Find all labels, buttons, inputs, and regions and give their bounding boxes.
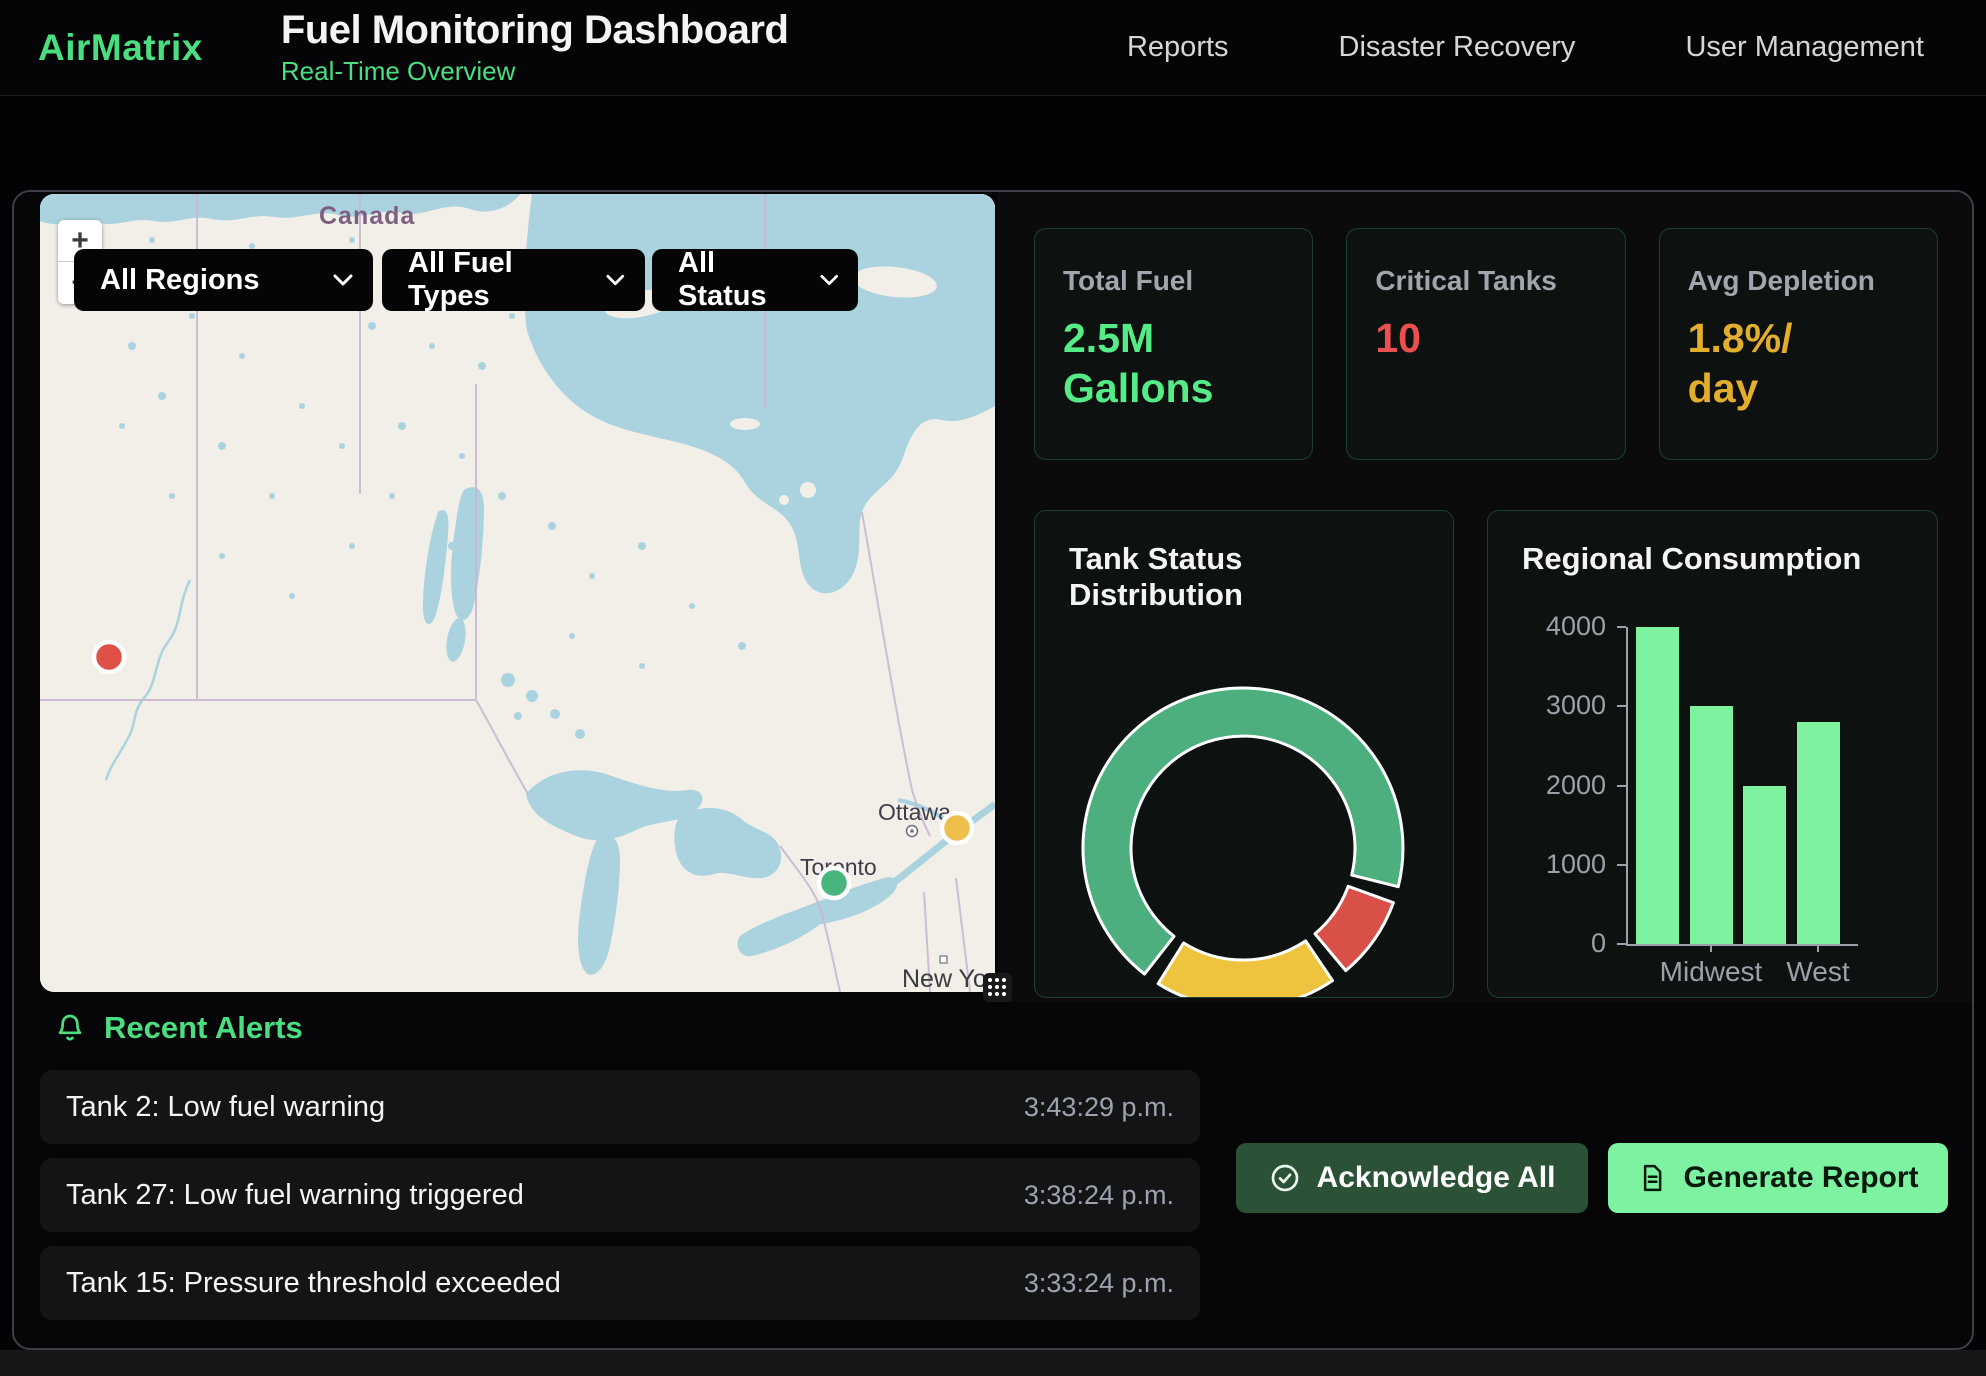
map: Canada Ottawa Toronto New York + − — [40, 194, 995, 992]
status-filter-select[interactable]: All Status — [652, 249, 858, 311]
y-axis-tick — [1617, 705, 1626, 707]
alert-text: Tank 2: Low fuel warning — [66, 1091, 385, 1124]
donut-segment-warning — [1158, 941, 1332, 998]
y-axis-tick — [1617, 943, 1626, 945]
nav-user-management[interactable]: User Management — [1685, 31, 1924, 64]
chart-title: Tank Status Distribution — [1035, 511, 1453, 613]
resize-grip-handle[interactable] — [983, 973, 1012, 1002]
stat-card-total-fuel: Total Fuel 2.5MGallons — [1034, 228, 1313, 460]
nav-disaster-recovery[interactable]: Disaster Recovery — [1339, 31, 1576, 64]
chart-title: Regional Consumption — [1488, 511, 1937, 577]
chevron-down-icon — [606, 274, 625, 286]
y-axis-tick-label: 3000 — [1487, 690, 1606, 721]
map-label-country: Canada — [319, 202, 415, 230]
y-axis-tick — [1617, 785, 1626, 787]
bar-region-2 — [1743, 786, 1786, 945]
alerts-header: Recent Alerts — [40, 1010, 1200, 1046]
recent-alerts-section: Recent Alerts Tank 2: Low fuel warning 3… — [40, 1010, 1200, 1334]
ottawa-town-dot-center — [910, 829, 914, 833]
acknowledge-all-button[interactable]: Acknowledge All — [1236, 1143, 1588, 1213]
main-nav: Reports Disaster Recovery User Managemen… — [1127, 31, 1986, 64]
alert-row: Tank 15: Pressure threshold exceeded 3:3… — [40, 1246, 1200, 1320]
x-axis-tick — [1710, 944, 1712, 952]
title-block: Fuel Monitoring Dashboard Real-Time Over… — [281, 8, 788, 87]
status-filter-value: All Status — [678, 247, 802, 313]
alert-row: Tank 2: Low fuel warning 3:43:29 p.m. — [40, 1070, 1200, 1144]
stat-value: 2.5MGallons — [1063, 313, 1284, 413]
x-axis-tick-label: West — [1786, 956, 1849, 988]
fuel-type-filter-value: All Fuel Types — [408, 247, 588, 313]
region-filter-value: All Regions — [100, 264, 260, 297]
stat-label: Critical Tanks — [1375, 265, 1596, 297]
acknowledge-all-label: Acknowledge All — [1317, 1161, 1556, 1195]
map-label-ottawa: Ottawa — [878, 799, 951, 825]
page-subtitle: Real-Time Overview — [281, 56, 788, 87]
alert-text: Tank 27: Low fuel warning triggered — [66, 1179, 524, 1212]
tank-marker-warning[interactable] — [942, 813, 972, 843]
page-title: Fuel Monitoring Dashboard — [281, 8, 788, 53]
app-header: AirMatrix Fuel Monitoring Dashboard Real… — [0, 0, 1986, 96]
y-axis-tick — [1617, 626, 1626, 628]
alert-timestamp: 3:38:24 p.m. — [1024, 1180, 1174, 1211]
tank-marker-normal[interactable] — [819, 868, 849, 898]
map-canvas[interactable]: Canada Ottawa Toronto New York — [40, 194, 995, 992]
document-icon — [1637, 1163, 1667, 1193]
bell-icon — [54, 1012, 86, 1044]
stat-value: 10 — [1375, 313, 1596, 363]
tank-marker-critical[interactable] — [94, 642, 124, 672]
regional-consumption-chart-card: Regional Consumption 01000200030004000Mi… — [1487, 510, 1938, 998]
map-label-new-york: New York — [902, 965, 995, 992]
bar-region-1 — [1690, 706, 1733, 944]
alert-actions: Acknowledge All Generate Report — [1236, 1143, 1948, 1213]
generate-report-button[interactable]: Generate Report — [1608, 1143, 1948, 1213]
page: AirMatrix Fuel Monitoring Dashboard Real… — [0, 0, 1986, 1376]
x-axis-tick-label: Midwest — [1660, 956, 1763, 988]
stat-card-critical-tanks: Critical Tanks 10 — [1346, 228, 1625, 460]
alert-row: Tank 27: Low fuel warning triggered 3:38… — [40, 1158, 1200, 1232]
footer-strip — [0, 1350, 1986, 1376]
donut-segment-critical — [1315, 886, 1393, 970]
y-axis-tick-label: 2000 — [1487, 770, 1606, 801]
region-filter-select[interactable]: All Regions — [74, 249, 373, 311]
y-axis-tick — [1617, 864, 1626, 866]
bar-region-0 — [1636, 627, 1679, 944]
generate-report-label: Generate Report — [1683, 1161, 1918, 1195]
y-axis-tick-label: 0 — [1487, 928, 1606, 959]
stats-row: Total Fuel 2.5MGallons Critical Tanks 10… — [1034, 228, 1938, 460]
regional-consumption-bar-chart: 01000200030004000MidwestWest — [1626, 627, 1858, 946]
x-axis-tick — [1817, 944, 1819, 952]
chevron-down-icon — [820, 274, 838, 286]
metrics-panel: Total Fuel 2.5MGallons Critical Tanks 10… — [998, 192, 1972, 1002]
fuel-type-filter-select[interactable]: All Fuel Types — [382, 249, 645, 311]
nav-reports[interactable]: Reports — [1127, 31, 1229, 64]
alert-text: Tank 15: Pressure threshold exceeded — [66, 1267, 561, 1300]
alerts-title: Recent Alerts — [104, 1010, 303, 1046]
chevron-down-icon — [333, 274, 353, 286]
stat-card-avg-depletion: Avg Depletion 1.8%/day — [1659, 228, 1938, 460]
map-viewport: Canada Ottawa Toronto New York — [40, 194, 995, 992]
alert-timestamp: 3:43:29 p.m. — [1024, 1092, 1174, 1123]
dashboard-container: Canada Ottawa Toronto New York + − — [12, 190, 1974, 1350]
y-axis-tick-label: 4000 — [1487, 611, 1606, 642]
brand-logo[interactable]: AirMatrix — [38, 27, 203, 69]
grip-dots-icon — [988, 978, 992, 982]
tank-status-donut-chart — [1035, 621, 1454, 998]
stat-label: Total Fuel — [1063, 265, 1284, 297]
stat-value: 1.8%/day — [1688, 313, 1909, 413]
stat-label: Avg Depletion — [1688, 265, 1909, 297]
alert-timestamp: 3:33:24 p.m. — [1024, 1268, 1174, 1299]
check-circle-icon — [1269, 1162, 1301, 1194]
bar-region-3 — [1797, 722, 1840, 944]
tank-status-chart-card: Tank Status Distribution — [1034, 510, 1454, 998]
new-york-town-dot — [940, 956, 947, 963]
charts-row: Tank Status Distribution Regional Consum… — [1034, 510, 1938, 998]
y-axis-tick-label: 1000 — [1487, 849, 1606, 880]
